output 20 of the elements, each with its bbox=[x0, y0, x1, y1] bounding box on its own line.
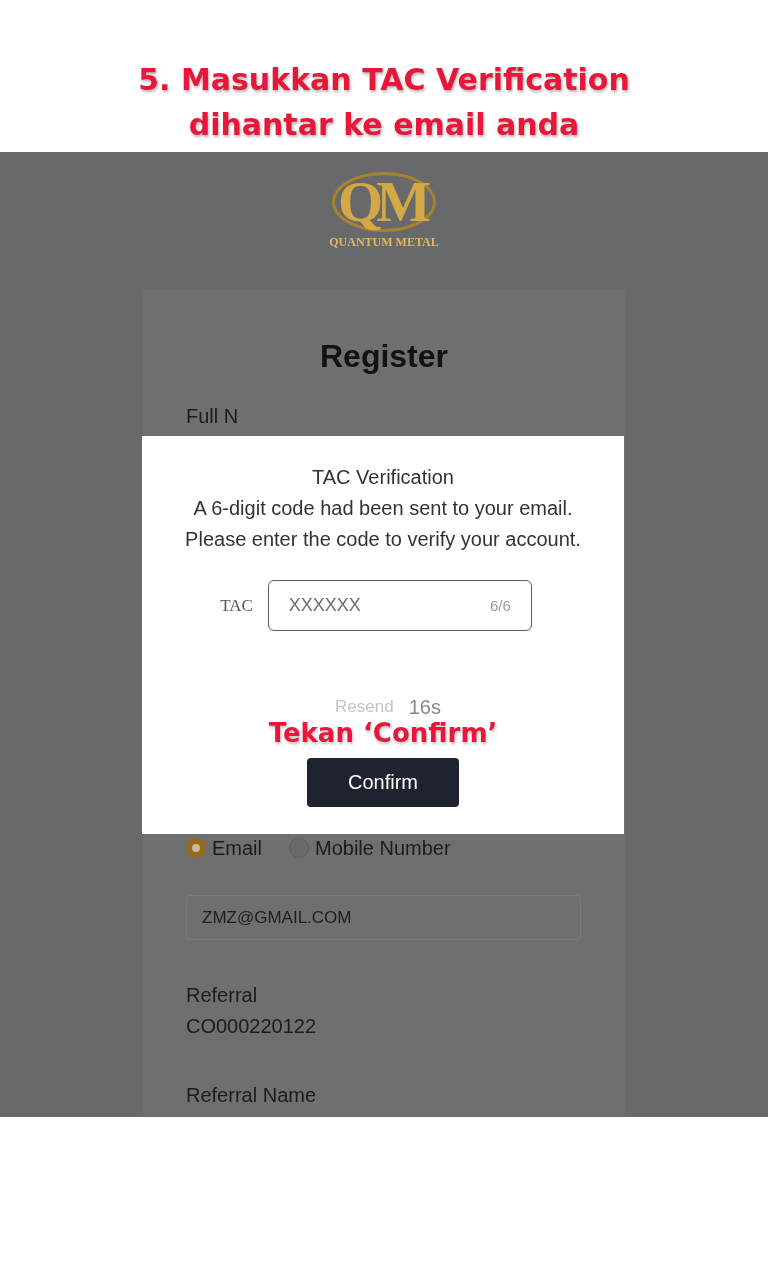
field-value: CO000220122 bbox=[186, 1014, 317, 1039]
tutorial-heading: 5. Masukkan TAC Verification bbox=[138, 61, 630, 99]
brand-name: QUANTUM METAL bbox=[329, 235, 439, 250]
dialog-title: TAC Verification bbox=[312, 465, 454, 489]
email-input-field[interactable]: ZMZ@GMAIL.COM bbox=[186, 895, 581, 940]
logo-monogram: QM bbox=[332, 172, 436, 232]
instruction-annotation: Tekan ‘Confirm’ bbox=[268, 717, 498, 749]
radio-icon[interactable] bbox=[186, 838, 206, 858]
tutorial-heading: dihantar ke email anda bbox=[188, 106, 580, 144]
field-label: TAC bbox=[220, 595, 253, 616]
confirm-button[interactable]: Confirm bbox=[307, 758, 459, 807]
field-label: Referral bbox=[186, 983, 258, 1008]
radio-option[interactable]: Mobile Number bbox=[289, 836, 451, 860]
dialog-message: Please enter the code to verify your account. bbox=[185, 527, 581, 552]
character-counter: 6/6 bbox=[489, 596, 511, 615]
dialog-message: A 6-digit code had been sent to your email. bbox=[193, 496, 573, 521]
countdown-timer: 16s bbox=[408, 697, 441, 717]
field-label: Full N bbox=[186, 404, 239, 428]
form-title: Register bbox=[319, 337, 448, 376]
field-label: Referral Name bbox=[186, 1083, 317, 1108]
